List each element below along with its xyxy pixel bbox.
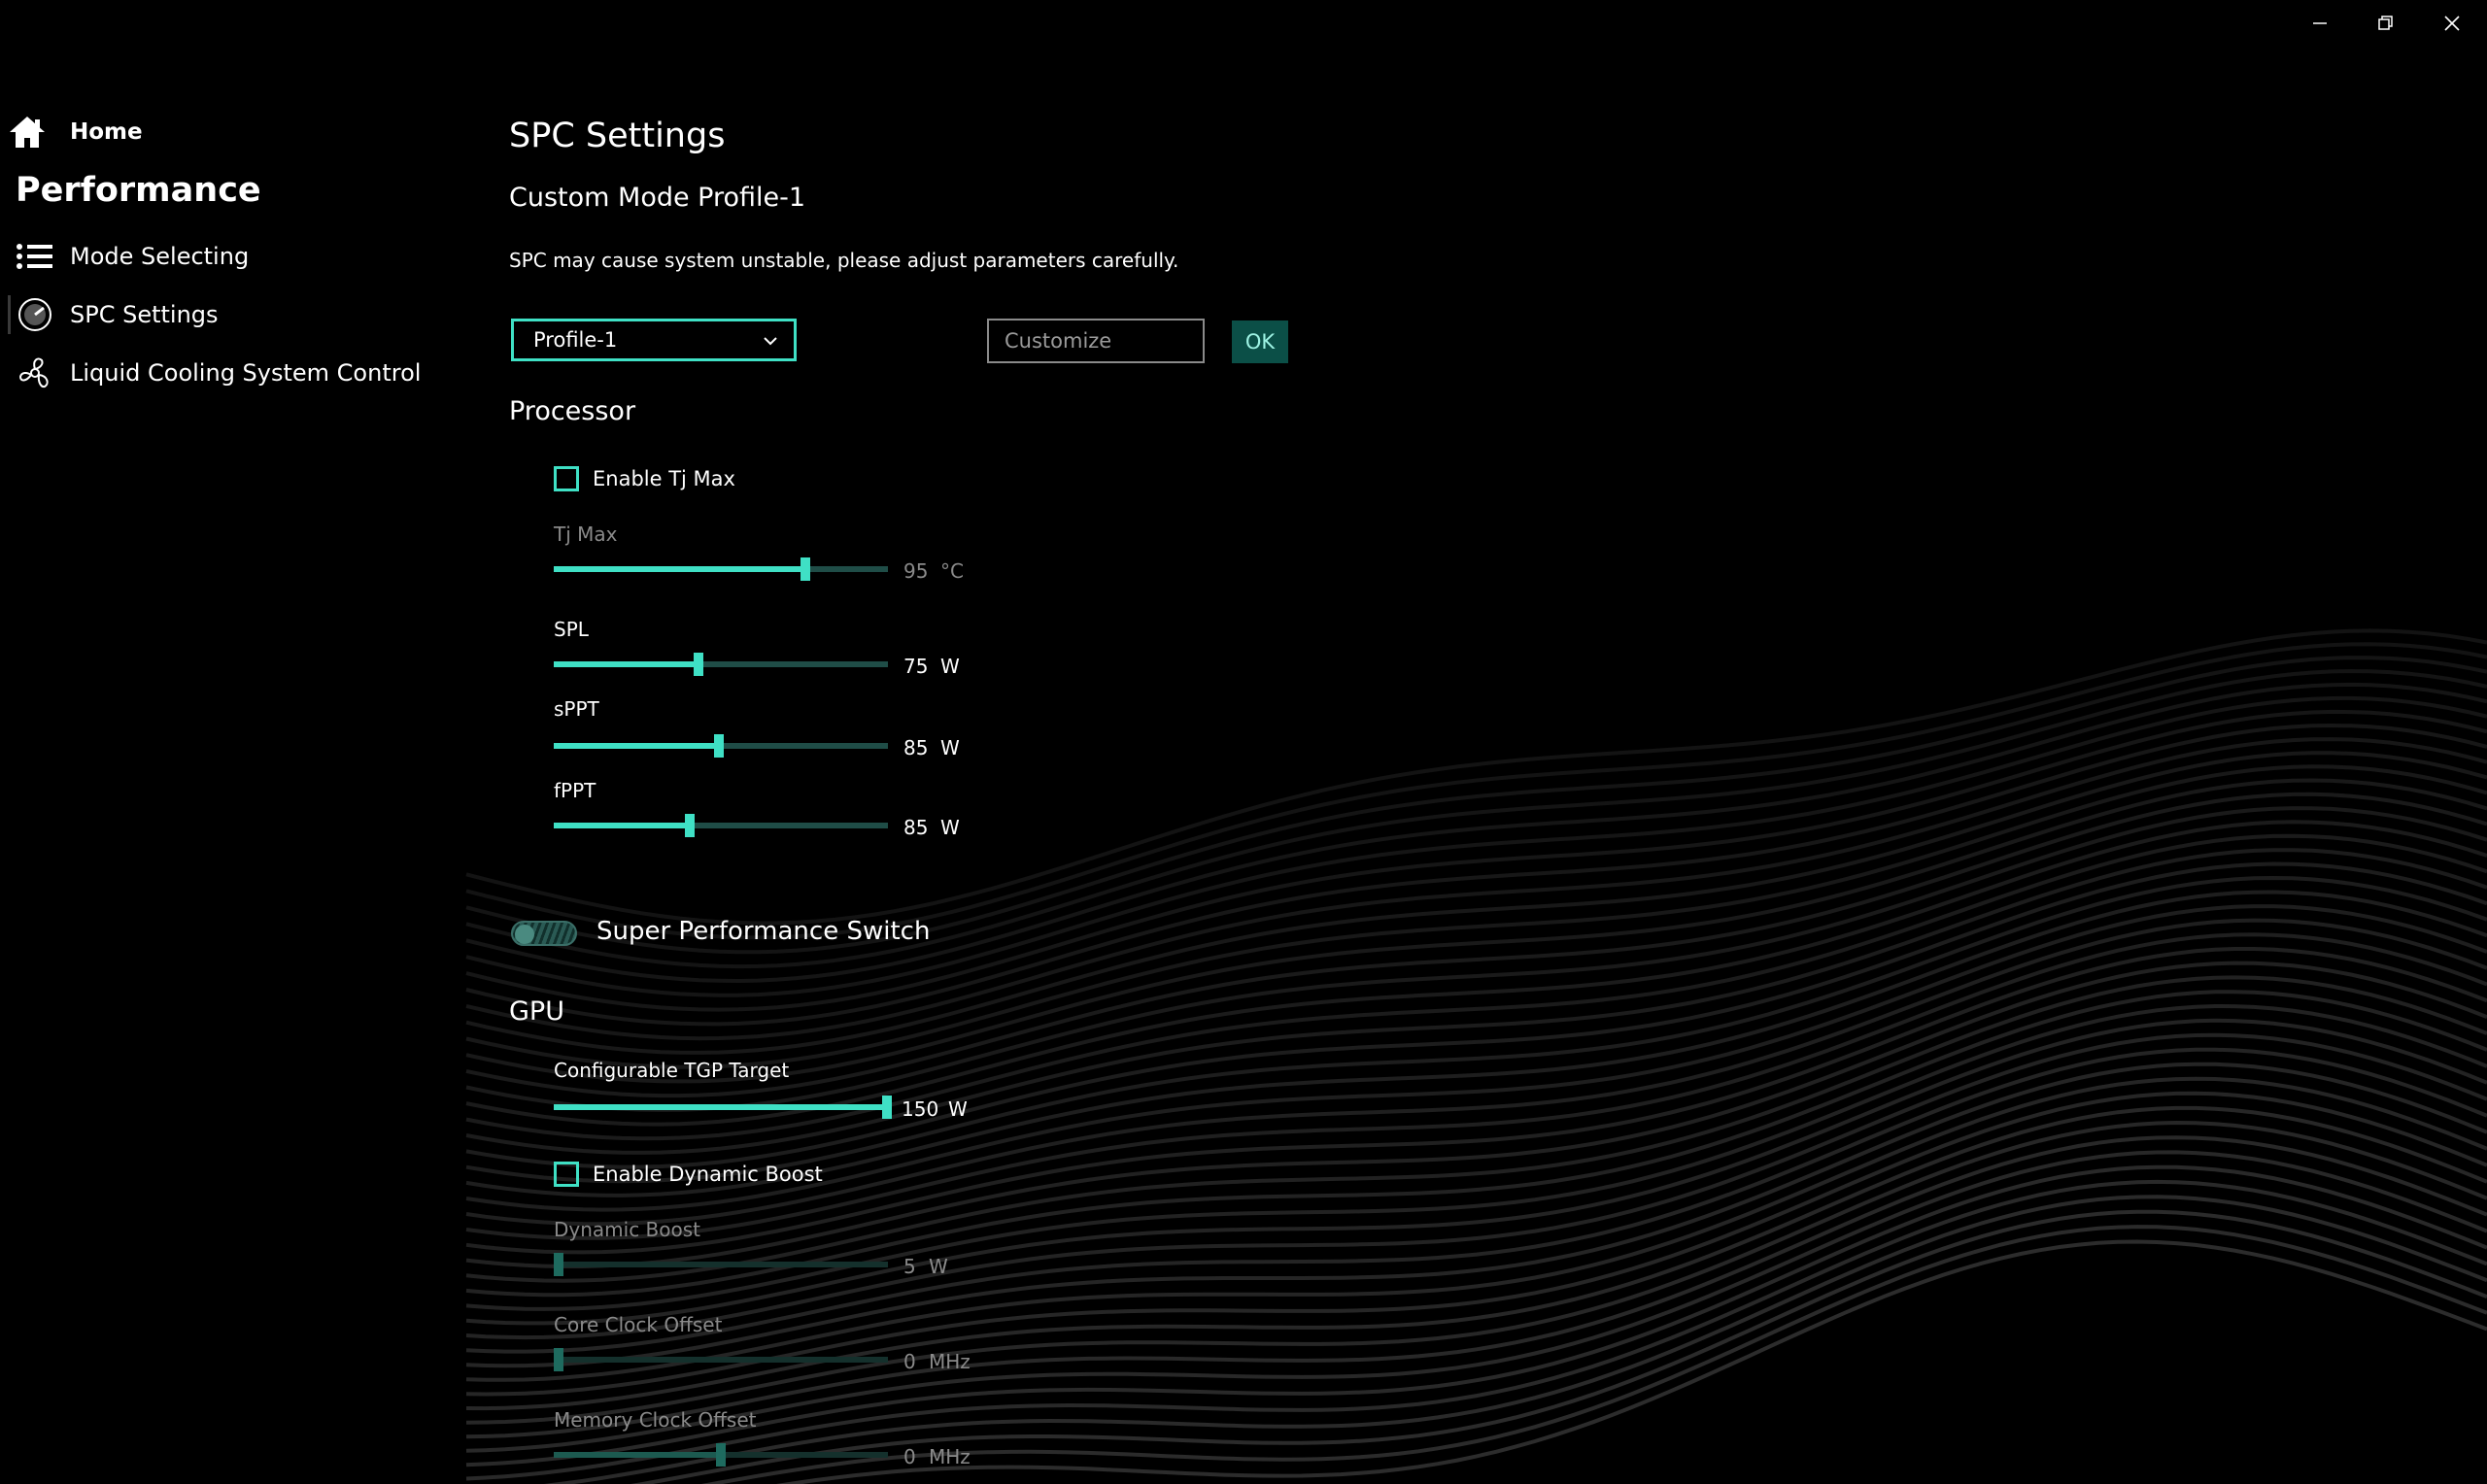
core-clock-value: 0 [903,1350,916,1373]
sppt-unit: W [940,736,960,759]
slider-thumb[interactable] [685,814,695,837]
memory-clock-slider[interactable] [554,1443,888,1467]
enable-dynamic-boost-checkbox[interactable] [554,1162,579,1187]
page-subtitle: Custom Mode Profile-1 [509,183,806,213]
tjmax-unit: °C [940,559,964,583]
slider-thumb[interactable] [882,1096,892,1119]
slider-fill [554,661,698,667]
sidebar-item-liquid-cooling[interactable]: Liquid Cooling System Control [16,350,421,396]
sidebar-home-label: Home [70,119,143,145]
sppt-value: 85 [903,736,929,759]
super-performance-toggle[interactable] [511,921,577,946]
minimize-button[interactable] [2293,6,2347,41]
page-title: SPC Settings [509,117,726,155]
sidebar-item-mode-selecting[interactable]: Mode Selecting [16,233,249,280]
close-button[interactable] [2425,6,2479,41]
enable-tjmax-row[interactable]: Enable Tj Max [554,466,735,491]
gpu-heading: GPU [509,996,564,1027]
ok-button[interactable]: OK [1232,320,1288,363]
core-clock-unit: MHz [929,1350,971,1373]
customize-placeholder: Customize [1005,329,1112,353]
toggle-knob [515,925,534,944]
sidebar-item-label: Liquid Cooling System Control [70,359,422,387]
slider-thumb[interactable] [694,653,703,676]
slider-thumb[interactable] [714,734,724,758]
dynamic-boost-value: 5 [903,1255,916,1278]
enable-tjmax-checkbox[interactable] [554,466,579,491]
dynamic-boost-slider[interactable] [554,1253,888,1276]
fppt-slider[interactable] [554,814,888,837]
memory-clock-unit: MHz [929,1445,971,1468]
background-wave-line [465,656,2487,955]
fppt-unit: W [940,816,960,839]
tgp-value: 150 [902,1097,939,1121]
sidebar-item-label: SPC Settings [70,301,219,328]
restore-button[interactable] [2359,6,2413,41]
fan-icon [16,354,54,392]
home-icon [8,113,47,152]
enable-dynamic-boost-label: Enable Dynamic Boost [593,1163,823,1186]
slider-fill [554,743,719,749]
background-wave-pattern [465,628,2487,1484]
slider-thumb[interactable] [554,1348,563,1371]
fppt-label: fPPT [554,779,596,802]
tjmax-value: 95 [903,559,929,583]
sidebar-home[interactable]: Home [8,109,143,155]
warning-text: SPC may cause system unstable, please ad… [509,249,1179,272]
slider-fill [554,1452,721,1458]
tgp-unit: W [948,1097,968,1121]
spl-slider[interactable] [554,653,888,676]
tgp-slider[interactable] [554,1096,892,1119]
speedometer-icon [16,295,54,334]
background-wave-line [465,1179,2487,1481]
slider-fill [554,1104,887,1110]
tgp-label: Configurable TGP Target [554,1059,790,1082]
enable-dynamic-boost-row[interactable]: Enable Dynamic Boost [554,1162,823,1187]
enable-tjmax-label: Enable Tj Max [593,467,735,490]
profile-select-value: Profile-1 [533,328,618,352]
core-clock-label: Core Clock Offset [554,1313,723,1336]
slider-thumb[interactable] [801,557,810,581]
memory-clock-label: Memory Clock Offset [554,1408,757,1432]
list-icon [16,237,54,276]
minimize-icon [2313,22,2327,24]
memory-clock-value: 0 [903,1445,916,1468]
slider-track [554,1357,888,1363]
slider-track [554,1262,888,1267]
spl-unit: W [940,655,960,678]
dynamic-boost-label: Dynamic Boost [554,1218,701,1241]
close-icon [2444,16,2460,31]
fppt-value: 85 [903,816,929,839]
profile-select[interactable]: Profile-1 [511,319,797,361]
sidebar-section-title: Performance [16,171,261,210]
super-performance-label: Super Performance Switch [596,917,931,946]
dynamic-boost-unit: W [929,1255,948,1278]
slider-fill [554,566,805,572]
slider-thumb[interactable] [716,1443,726,1467]
spl-label: SPL [554,618,589,641]
restore-icon [2378,16,2393,30]
selected-indicator [8,295,11,334]
core-clock-slider[interactable] [554,1348,888,1371]
tjmax-slider[interactable] [554,557,888,581]
sidebar-item-label: Mode Selecting [70,243,250,270]
sppt-slider[interactable] [554,734,888,758]
slider-fill [554,823,690,828]
spl-value: 75 [903,655,929,678]
customize-input[interactable]: Customize [987,319,1205,363]
tjmax-label: Tj Max [554,523,618,546]
slider-thumb[interactable] [554,1253,563,1276]
processor-heading: Processor [509,396,636,426]
chevron-down-icon [764,337,777,346]
sppt-label: sPPT [554,697,599,721]
sidebar-item-spc-settings[interactable]: SPC Settings [16,291,219,338]
